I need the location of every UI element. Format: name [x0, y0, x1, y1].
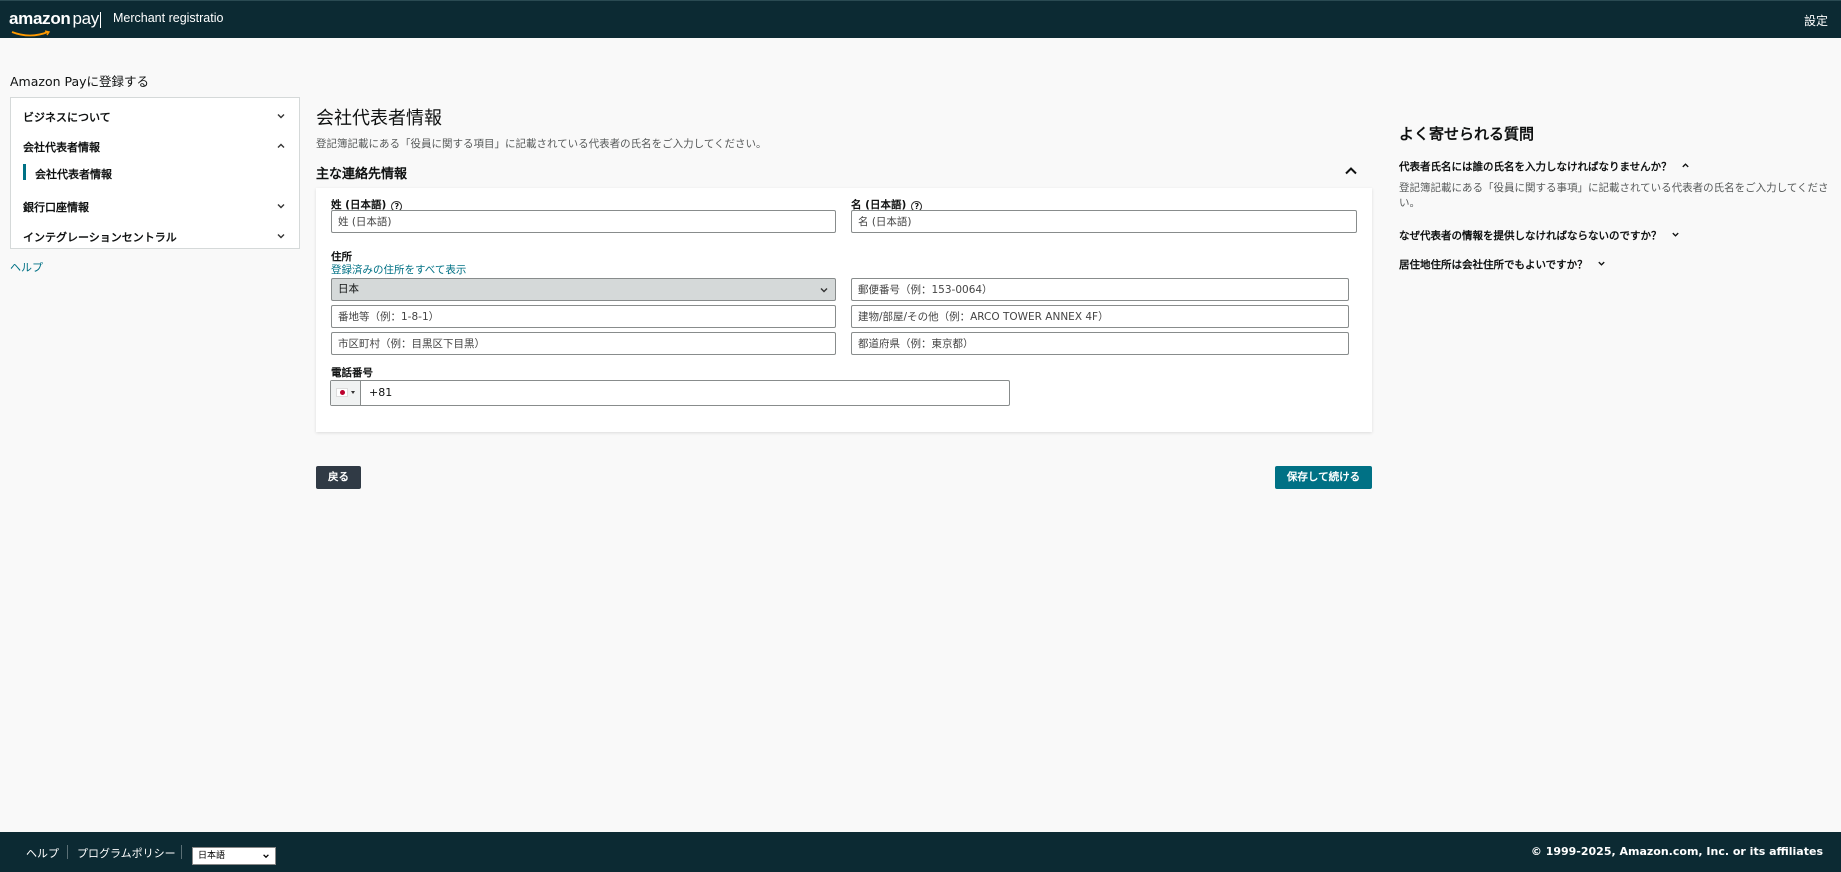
amazon-smile-icon — [11, 30, 51, 37]
nav-item-representative[interactable]: 会社代表者情報 — [23, 136, 291, 156]
chevron-up-icon — [1682, 163, 1690, 168]
logo-text: amazon pay — [9, 9, 99, 29]
footer-divider — [181, 845, 182, 859]
faq-question-text: なぜ代表者の情報を提供しなければならないのですか？ — [1399, 230, 1662, 242]
page-subtitle: 登記簿記載にある「役員に関する項目」に記載されている代表者の氏名をご入力してくだ… — [316, 138, 767, 150]
logo-word-pay: pay — [72, 9, 100, 28]
chevron-down-icon — [263, 854, 269, 859]
first-name-input[interactable] — [851, 210, 1357, 233]
nav-item-business[interactable]: ビジネスについて — [23, 106, 291, 126]
chevron-down-icon — [277, 114, 285, 119]
register-title: Amazon Payに登録する — [10, 74, 150, 89]
chevron-down-icon — [1598, 261, 1606, 266]
back-button[interactable]: 戻る — [316, 466, 361, 489]
show-all-addresses-link[interactable]: 登録済みの住所をすべて表示 — [331, 262, 466, 277]
nav-item-integration-central[interactable]: インテグレーションセントラル — [23, 226, 291, 246]
nav-subitem-label: 会社代表者情報 — [35, 168, 112, 181]
language-select[interactable]: 日本語 — [192, 847, 276, 865]
country-select-value: 日本 — [338, 283, 359, 295]
copyright-text: © 1999-2025, Amazon.com, Inc. or its aff… — [1530, 845, 1823, 858]
faq-question-text: 居住地住所は会社住所でもよいですか？ — [1399, 259, 1588, 271]
page-title: 会社代表者情報 — [316, 108, 442, 129]
footer-help-link[interactable]: ヘルプ — [26, 845, 59, 861]
footer: ヘルプ プログラムポリシー 日本語 © 1999-2025, Amazon.co… — [0, 832, 1841, 872]
faq-title: よく寄せられる質問 — [1399, 125, 1535, 143]
japan-flag-icon — [336, 388, 348, 397]
phone-input[interactable]: +81 — [369, 386, 392, 399]
header-divider — [100, 12, 101, 28]
faq-question-2[interactable]: なぜ代表者の情報を提供しなければならないのですか？ — [1399, 228, 1680, 243]
footer-program-policy-link[interactable]: プログラムポリシー — [77, 845, 176, 861]
faq-question-text: 代表者氏名には誰の氏名を入力しなければなりませんか？ — [1399, 161, 1672, 173]
registration-steps-nav: ビジネスについて 会社代表者情報 会社代表者情報 銀行口座情報 インテグレーショ… — [10, 97, 300, 249]
prefecture-input[interactable] — [851, 332, 1349, 355]
street-address-input[interactable] — [331, 305, 836, 328]
chevron-down-icon — [277, 234, 285, 239]
nav-item-label: インテグレーションセントラル — [23, 231, 177, 244]
faq-question-3[interactable]: 居住地住所は会社住所でもよいですか？ — [1399, 257, 1606, 272]
app-title: Merchant registration — [113, 11, 223, 25]
country-code-dropdown[interactable] — [331, 381, 361, 405]
chevron-down-icon — [277, 204, 285, 209]
chevron-up-icon[interactable] — [1343, 163, 1359, 179]
building-input[interactable] — [851, 305, 1349, 328]
logo-word-amazon: amazon — [9, 9, 71, 28]
nav-item-bank-account[interactable]: 銀行口座情報 — [23, 196, 291, 216]
section-title: 主な連絡先情報 — [316, 167, 408, 182]
phone-field[interactable]: +81 — [330, 380, 1010, 406]
phone-label: 電話番号 — [331, 367, 373, 379]
active-indicator — [23, 164, 26, 180]
faq-question-1[interactable]: 代表者氏名には誰の氏名を入力しなければなりませんか？ — [1399, 159, 1690, 174]
sidebar-help-link[interactable]: ヘルプ — [10, 259, 43, 275]
nav-item-label: 会社代表者情報 — [23, 141, 100, 154]
city-input[interactable] — [331, 332, 836, 355]
language-select-value: 日本語 — [198, 851, 226, 861]
faq-answer-1: 登記簿記載にある「役員に関する事項」に記載されている代表者の氏名をご入力してくだ… — [1399, 182, 1829, 209]
save-continue-button[interactable]: 保存して続ける — [1275, 466, 1372, 489]
chevron-down-icon — [1672, 232, 1679, 237]
settings-link[interactable]: 設定 — [1804, 12, 1828, 29]
nav-item-label: ビジネスについて — [23, 111, 111, 124]
last-name-input[interactable] — [331, 210, 836, 233]
country-select[interactable]: 日本 — [331, 278, 836, 301]
chevron-down-icon — [820, 288, 828, 293]
nav-item-label: 銀行口座情報 — [23, 201, 89, 214]
postal-code-input[interactable] — [851, 278, 1349, 301]
caret-down-icon — [351, 391, 355, 394]
amazon-pay-logo[interactable]: amazon pay — [9, 9, 99, 37]
chevron-up-icon — [277, 143, 285, 148]
top-header: amazon pay Merchant registration 設定 — [0, 0, 1841, 38]
footer-divider — [67, 845, 68, 859]
